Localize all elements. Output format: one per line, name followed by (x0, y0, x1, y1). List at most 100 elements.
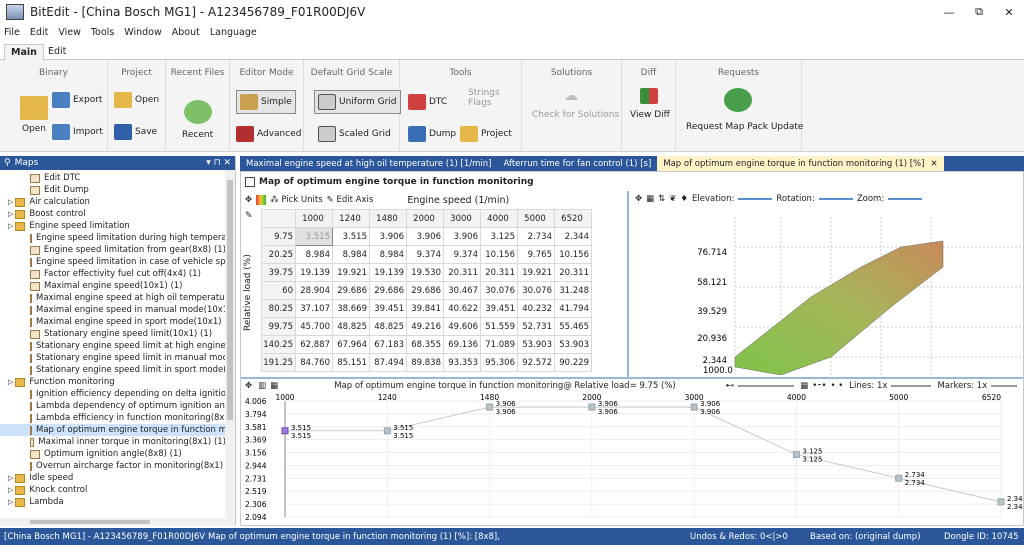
simple-mode-button[interactable]: Simple (236, 90, 296, 114)
project-open-button[interactable]: Open (114, 92, 159, 108)
doc-tab-max-engine-speed[interactable]: Maximal engine speed at high oil tempera… (240, 156, 497, 171)
tree-folder[interactable]: ▷ Knock control (0, 484, 226, 496)
restore-button[interactable]: ⧉ (964, 0, 994, 24)
column-header[interactable]: 5000 (517, 209, 555, 228)
export-button[interactable]: Export (52, 92, 102, 108)
tree-item[interactable]: Stationary engine speed limit in sport m… (0, 364, 232, 376)
table-cell[interactable]: 55.465 (554, 317, 592, 336)
table-cell[interactable]: 8.984 (369, 245, 407, 264)
table-cell[interactable]: 62.887 (295, 335, 333, 354)
tree-folder[interactable]: ▷ Boost control (0, 208, 226, 220)
menu-language[interactable]: Language (210, 27, 257, 38)
menu-file[interactable]: File (4, 27, 20, 38)
pencil-icon[interactable]: ✎ (245, 211, 253, 221)
menu-tools[interactable]: Tools (91, 27, 114, 38)
move-icon[interactable]: ✥ (245, 381, 252, 391)
lines-slider[interactable] (891, 385, 932, 387)
table-cell[interactable]: 29.686 (369, 281, 407, 300)
markers-style-icon[interactable]: • • (831, 381, 844, 391)
table-cell[interactable]: 20.311 (480, 263, 518, 282)
data-point[interactable] (281, 427, 289, 435)
tree-item[interactable]: Maximal inner torque in monitoring(8x1) … (0, 436, 226, 448)
table-cell[interactable]: 31.248 (554, 281, 592, 300)
move-icon[interactable]: ✥ (635, 194, 642, 204)
table-cell[interactable]: 53.903 (554, 335, 592, 354)
color-icon[interactable]: ❦ (669, 194, 676, 204)
table-cell[interactable]: 19.921 (517, 263, 555, 282)
table-cell[interactable]: 68.355 (406, 335, 444, 354)
scaled-grid-button[interactable]: Scaled Grid (318, 126, 391, 142)
column-header[interactable]: 1000 (295, 209, 333, 228)
expand-icon[interactable]: ▷ (8, 474, 13, 482)
table-cell[interactable]: 48.825 (332, 317, 370, 336)
line-plot[interactable]: 4.006 3.794 3.581 3.369 3.156 2.944 2.731 2.519… (241, 393, 1023, 525)
tree-folder[interactable]: ▷ Lambda (0, 496, 226, 508)
table-cell[interactable]: 39.451 (480, 299, 518, 318)
row-header[interactable]: 191.25 (261, 353, 296, 372)
row-header[interactable]: 60 (261, 281, 296, 300)
rotation-slider[interactable] (818, 198, 853, 200)
table-cell[interactable]: 49.216 (406, 317, 444, 336)
uniform-grid-button[interactable]: Uniform Grid (314, 90, 401, 114)
row-header[interactable]: 140.25 (261, 335, 296, 354)
table-cell[interactable]: 95.306 (480, 353, 518, 372)
table-cell[interactable]: 71.089 (480, 335, 518, 354)
row-header[interactable]: 39.75 (261, 263, 296, 282)
table-cell[interactable]: 28.904 (295, 281, 333, 300)
line-style-icon[interactable]: •⁃• (812, 381, 826, 391)
table-cell[interactable]: 39.841 (406, 299, 444, 318)
table-cell[interactable]: 2.734 (517, 227, 555, 246)
tree-item[interactable]: Maximal engine speed in sport mode(10x1)… (0, 316, 233, 328)
tree-item[interactable]: Stationary engine speed limit(10x1) (1) (0, 328, 226, 340)
zoom-slider[interactable] (888, 198, 923, 200)
table-cell[interactable]: 84.760 (295, 353, 333, 372)
light-icon[interactable]: ♦ (680, 194, 688, 204)
import-button[interactable]: Import (52, 124, 103, 140)
tree-item[interactable]: Overrun aircharge factor in monitoring(8… (0, 460, 234, 472)
expand-icon[interactable]: ▷ (8, 498, 13, 506)
menu-edit[interactable]: Edit (30, 27, 48, 38)
table-cell[interactable]: 85.151 (332, 353, 370, 372)
move-icon[interactable]: ✥ (245, 195, 252, 205)
table-cell[interactable]: 9.374 (406, 245, 444, 264)
table-cell[interactable]: 30.076 (517, 281, 555, 300)
palette-icon[interactable]: ▥ (258, 381, 266, 391)
grid-icon[interactable]: ▦ (270, 381, 278, 391)
data-point[interactable] (792, 450, 800, 458)
table-cell[interactable]: 9.374 (443, 245, 481, 264)
close-tab-icon[interactable]: ✕ (930, 159, 937, 169)
table-cell[interactable]: 29.686 (332, 281, 370, 300)
table-cell[interactable]: 20.311 (443, 263, 481, 282)
dump-button[interactable]: Dump (408, 126, 456, 142)
data-point[interactable] (588, 403, 596, 411)
tree-vertical-scrollbar[interactable] (225, 170, 235, 526)
table-cell[interactable]: 38.669 (332, 299, 370, 318)
table-cell[interactable]: 3.515 (332, 227, 370, 246)
markers-slider[interactable] (991, 385, 1018, 387)
expand-icon[interactable]: ▷ (8, 198, 13, 206)
strings-flags-button[interactable]: Strings Flags (468, 88, 500, 108)
tree-item[interactable]: Maximal engine speed(10x1) (1) (0, 280, 226, 292)
axis-icon[interactable]: ⊷ (726, 381, 735, 391)
view-diff-button[interactable]: View Diff (630, 110, 670, 120)
axis-slider[interactable] (738, 385, 795, 387)
edit-axis-button[interactable]: ✎ Edit Axis (327, 195, 374, 205)
tab-edit[interactable]: Edit (42, 44, 72, 60)
request-map-pack-button[interactable]: Request Map Pack Update (686, 122, 803, 132)
check-solutions-button[interactable]: Check for Solutions (532, 110, 619, 120)
tree-item[interactable]: Engine speed limitation during high temp… (0, 232, 230, 244)
data-point[interactable] (383, 427, 391, 435)
tree-folder[interactable]: ▷ Engine speed limitation (0, 220, 226, 232)
tree-item[interactable]: Stationary engine speed limit at high en… (0, 340, 232, 352)
doc-tab-optimum-torque[interactable]: Map of optimum engine torque in function… (657, 156, 944, 171)
data-point[interactable] (690, 403, 698, 411)
tools-project-button[interactable]: Project (460, 126, 512, 142)
table-cell[interactable]: 19.139 (369, 263, 407, 282)
column-header[interactable]: 4000 (480, 209, 518, 228)
table-cell[interactable]: 53.903 (517, 335, 555, 354)
table-cell[interactable]: 10.156 (480, 245, 518, 264)
tree-item[interactable]: Engine speed limitation from gear(8x8) (… (0, 244, 226, 256)
elevation-slider[interactable] (738, 198, 773, 200)
table-cell[interactable]: 20.311 (554, 263, 592, 282)
table-cell[interactable]: 45.700 (295, 317, 333, 336)
